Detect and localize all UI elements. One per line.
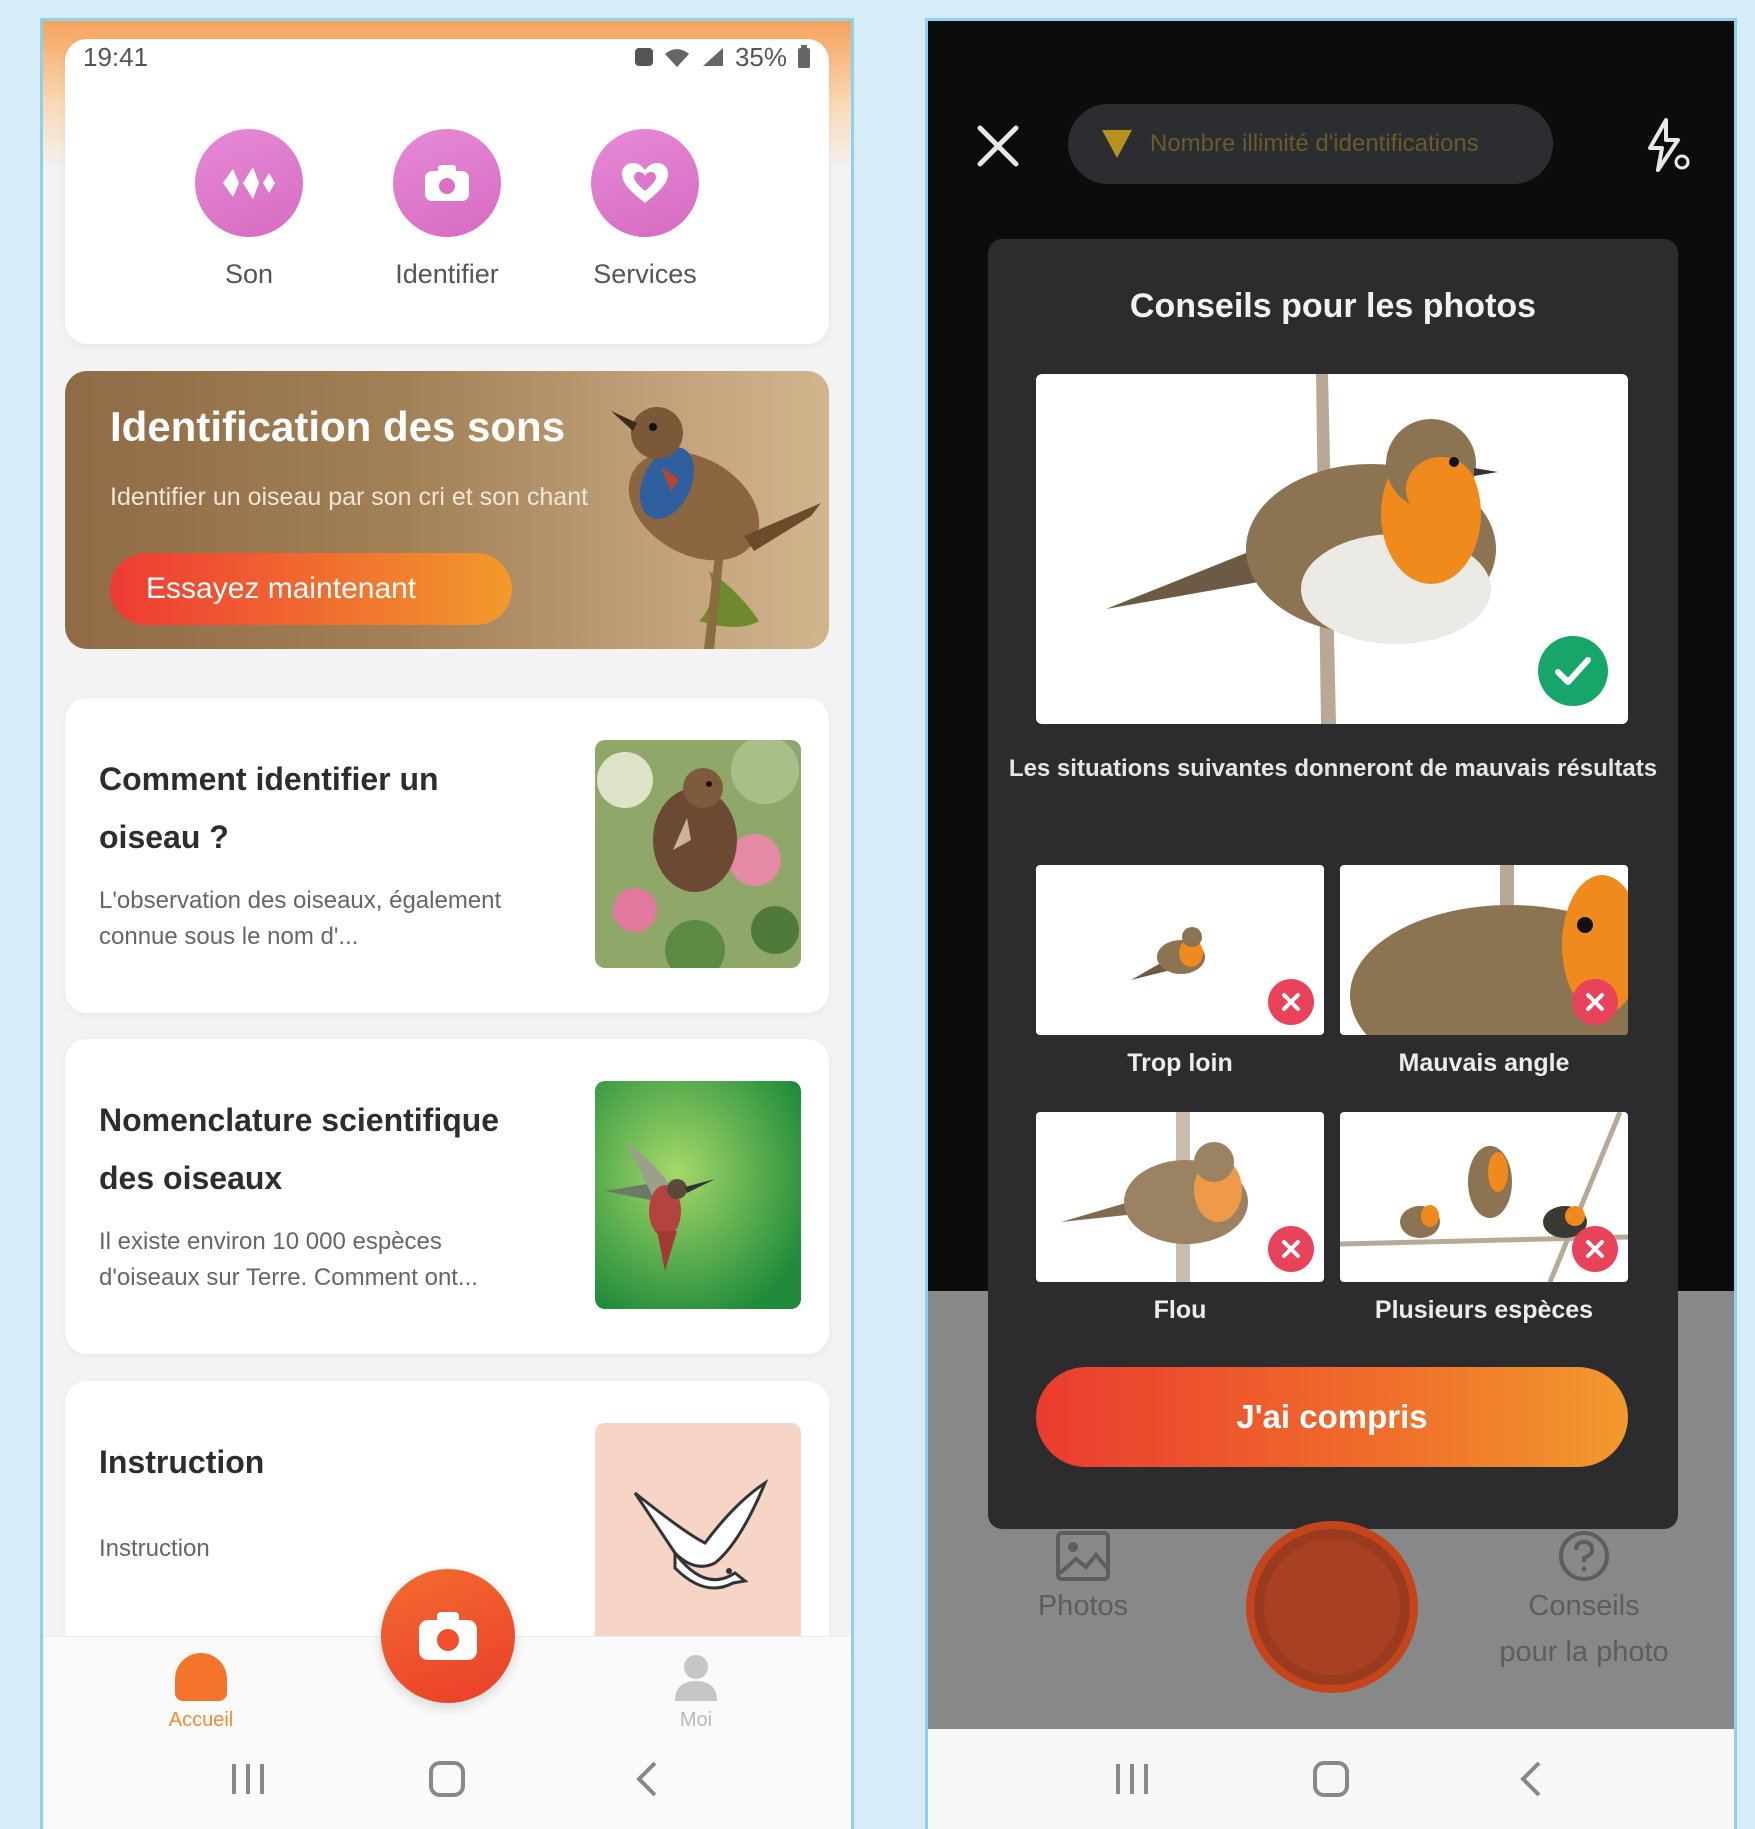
article-description: L'observation des oiseaux, également con… (99, 887, 502, 950)
camera-screen: Nombre illimité d'identifications Consei… (925, 18, 1737, 1829)
quick-action-label: Services (593, 259, 697, 289)
nav-home[interactable]: Accueil (161, 1653, 241, 1732)
diamond-icon (1102, 130, 1132, 158)
article-title: Comment identifier un oiseau ? (99, 761, 439, 855)
photos-button[interactable]: Photos (1013, 1529, 1153, 1629)
quick-action-label: Identifier (395, 259, 499, 289)
quick-action-identify[interactable]: Identifier (372, 129, 522, 290)
seagull-illustration (595, 1423, 801, 1651)
quick-action-label: Son (224, 259, 274, 289)
back-chevron-icon (1519, 1761, 1541, 1797)
back-button[interactable] (1505, 1759, 1555, 1799)
cross-icon (1268, 979, 1314, 1025)
camera-fab-button[interactable] (381, 1569, 515, 1703)
back-chevron-icon (636, 1761, 657, 1797)
cross-icon (1268, 1226, 1314, 1272)
status-bar: 19:41 35% (83, 39, 811, 75)
good-example-photo (1036, 374, 1628, 724)
banner-title: Identification des sons (110, 403, 566, 450)
quick-action-services[interactable]: Services (570, 129, 720, 290)
home-icon (175, 1653, 227, 1701)
article-card[interactable]: Comment identifier un oiseau ? L'observa… (65, 698, 829, 1013)
bad-example-label: Plusieurs espèces (1374, 1296, 1594, 1324)
signal-icon (702, 48, 723, 66)
nav-me[interactable]: Moi (656, 1653, 736, 1732)
home-system-button[interactable] (422, 1759, 472, 1799)
heart-icon (591, 129, 699, 237)
battery-icon (798, 45, 810, 68)
camera-controls: Photos Conseils pour la photo (928, 1501, 1734, 1721)
try-now-button[interactable]: Essayez maintenant (110, 553, 512, 625)
bad-example-bad-angle: Mauvais angle (1340, 865, 1628, 1078)
article-card[interactable]: Nomenclature scientifique des oiseaux Il… (65, 1039, 829, 1354)
recents-icon (231, 1764, 264, 1794)
too-far-photo (1036, 865, 1324, 1035)
back-button[interactable] (621, 1759, 671, 1799)
bad-examples-grid: Trop loin Mauvais angle Flou Plusieurs e… (1036, 865, 1628, 1325)
bad-example-multiple-species: Plusieurs espèces (1340, 1112, 1628, 1325)
gallery-icon (1056, 1531, 1110, 1581)
close-icon[interactable] (968, 116, 1028, 176)
photo-tips-button[interactable]: Conseils pour la photo (1464, 1529, 1704, 1675)
bad-example-label: Trop loin (1127, 1049, 1233, 1077)
status-time: 19:41 (83, 41, 149, 72)
pill-text: Nombre illimité d'identifications (1150, 130, 1479, 157)
recents-icon (1116, 1764, 1149, 1794)
cross-icon (1572, 979, 1618, 1025)
quick-action-sound[interactable]: Son (174, 129, 324, 290)
bad-example-label: Flou (1153, 1296, 1207, 1324)
camera-icon (419, 1612, 477, 1660)
bad-example-label: Mauvais angle (1398, 1049, 1570, 1077)
notification-icon (634, 48, 653, 66)
sound-wave-icon (195, 129, 303, 237)
understood-button[interactable]: J'ai compris (1036, 1367, 1628, 1467)
sound-identification-banner[interactable]: Identification des sons Identifier un oi… (65, 371, 829, 649)
flash-off-icon[interactable] (1636, 116, 1694, 174)
shutter-button[interactable] (1246, 1521, 1418, 1693)
recents-button[interactable] (223, 1759, 273, 1799)
photo-tips-modal: Conseils pour les photos Les situations … (988, 239, 1678, 1529)
tips-label-line2: pour la photo (1499, 1636, 1669, 1668)
system-navigation (928, 1729, 1734, 1829)
system-navigation (43, 1729, 851, 1829)
check-icon (1538, 636, 1608, 706)
home-screen: 19:41 35% Son Identifier Services Identi… (40, 18, 854, 1829)
article-title: Nomenclature scientifique des oiseaux (99, 1102, 500, 1196)
quick-actions-card: Son Identifier Services (65, 39, 829, 344)
blurry-photo (1036, 1112, 1324, 1282)
sparrow-photo (595, 740, 801, 968)
bad-angle-photo (1340, 865, 1628, 1035)
user-icon (675, 1655, 717, 1701)
recents-button[interactable] (1107, 1759, 1157, 1799)
bad-example-too-far: Trop loin (1036, 865, 1324, 1078)
photos-label: Photos (1037, 1590, 1129, 1622)
modal-title: Conseils pour les photos (1129, 287, 1537, 325)
question-icon (1559, 1531, 1609, 1581)
hummingbird-photo (595, 1081, 801, 1309)
banner-subtitle: Identifier un oiseau par son cri et son … (110, 483, 589, 511)
camera-icon (393, 129, 501, 237)
wifi-icon (664, 49, 689, 67)
article-description: Il existe environ 10 000 espèces d'oisea… (99, 1228, 478, 1291)
status-icons: 35% (634, 41, 811, 73)
modal-note: Les situations suivantes donneront de ma… (1008, 755, 1658, 782)
home-system-button[interactable] (1306, 1759, 1356, 1799)
article-description: Instruction (99, 1535, 210, 1562)
multiple-species-photo (1340, 1112, 1628, 1282)
home-square-icon (1312, 1761, 1349, 1797)
bluethroat-bird-image (611, 407, 821, 649)
cross-icon (1572, 1226, 1618, 1272)
unlimited-identifications-pill[interactable]: Nombre illimité d'identifications (1068, 104, 1553, 184)
tips-label-line1: Conseils (1528, 1590, 1640, 1622)
battery-text: 35% (734, 41, 787, 72)
article-title: Instruction (99, 1444, 265, 1480)
bad-example-blurry: Flou (1036, 1112, 1324, 1325)
home-square-icon (428, 1761, 465, 1797)
